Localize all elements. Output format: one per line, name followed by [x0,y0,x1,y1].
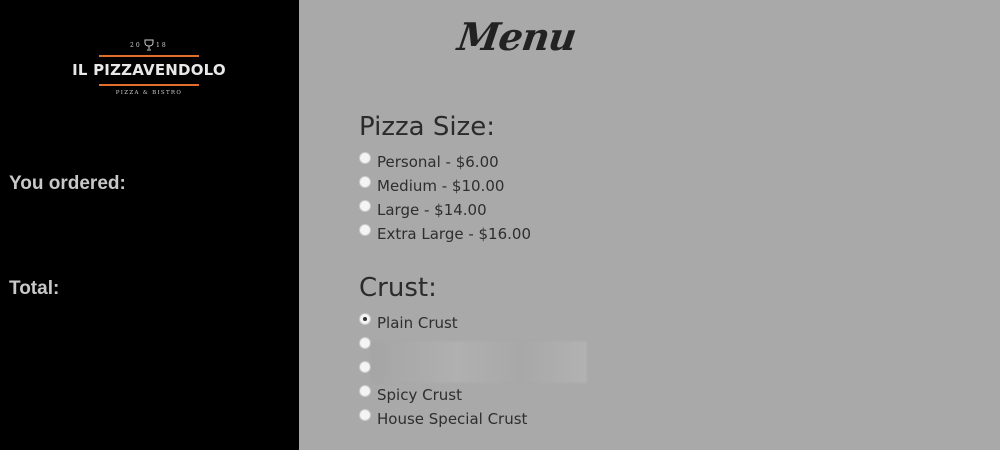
total-label: Total: [9,278,60,299]
ordered-label: You ordered: [9,173,126,194]
size-option-medium[interactable]: Medium - $10.00 [359,176,504,196]
logo-divider-top [99,55,199,57]
size-option-large[interactable]: Large - $14.00 [359,200,487,220]
wine-glass-icon [144,39,154,51]
restaurant-logo: 20 18 IL PIZZAVENDOLO PIZZA & BISTRO [68,38,230,100]
logo-year-right: 18 [156,42,168,49]
crust-option-plain[interactable]: Plain Crust [359,313,458,333]
radio-button[interactable] [359,337,371,349]
radio-button[interactable] [359,361,371,373]
radio-button[interactable] [359,385,371,397]
radio-button[interactable] [359,224,371,236]
option-label: Personal - $6.00 [377,153,499,171]
option-label: Large - $14.00 [377,201,487,219]
sidebar: 20 18 IL PIZZAVENDOLO PIZZA & BISTRO You… [0,0,299,450]
logo-divider-bottom [99,84,199,86]
radio-button[interactable] [359,152,371,164]
size-option-extra-large[interactable]: Extra Large - $16.00 [359,224,531,244]
radio-button[interactable] [359,409,371,421]
pizza-size-heading: Pizza Size: [359,112,495,142]
size-option-personal[interactable]: Personal - $6.00 [359,152,499,172]
logo-tagline: PIZZA & BISTRO [115,90,183,96]
option-label: House Special Crust [377,410,528,428]
crust-option-spicy[interactable]: Spicy Crust [359,385,462,405]
crust-heading: Crust: [359,273,437,303]
logo-year-left: 20 [130,42,142,49]
crust-option-house-special[interactable]: House Special Crust [359,409,527,429]
option-label: Plain Crust [377,314,458,332]
option-label: Extra Large - $16.00 [377,225,531,243]
option-label: Spicy Crust [377,386,462,404]
logo-name: IL PIZZAVENDOLO [72,61,226,79]
radio-button[interactable] [359,200,371,212]
radio-button[interactable] [359,313,371,325]
option-label: Medium - $10.00 [377,177,505,195]
redacted-crust-options [371,341,587,383]
menu-title: Menu [454,14,579,59]
radio-button[interactable] [359,176,371,188]
